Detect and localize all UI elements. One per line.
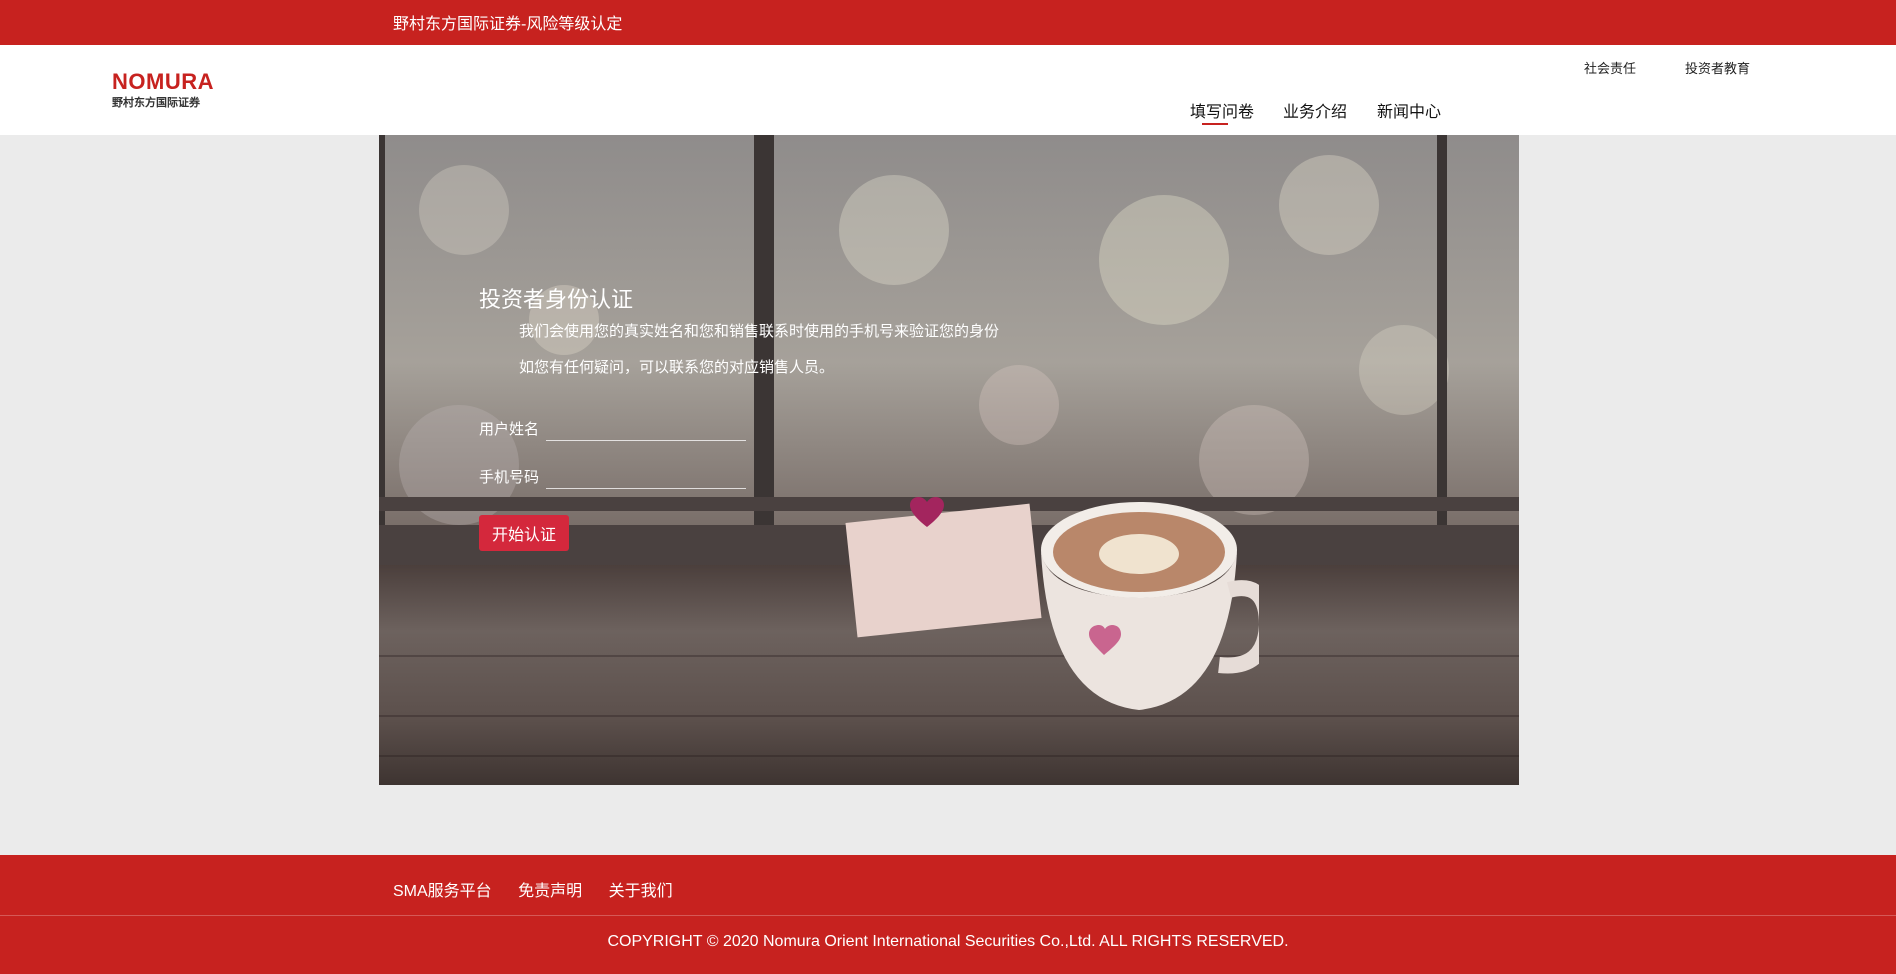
bokeh-light xyxy=(979,365,1059,445)
logo-brand: NOMURA xyxy=(112,69,214,94)
investor-education-link[interactable]: 投资者教育 xyxy=(1685,58,1750,77)
bokeh-light xyxy=(839,175,949,285)
nomura-logo[interactable]: NOMURA 野村东方国际证券 xyxy=(112,71,222,110)
wood-plank-line xyxy=(379,715,1519,717)
logo-subtitle: 野村东方国际证券 xyxy=(112,97,200,109)
coffee-cup-icon xyxy=(1041,502,1259,710)
nav-business[interactable]: 业务介绍 xyxy=(1283,98,1347,122)
nav-news[interactable]: 新闻中心 xyxy=(1377,98,1441,122)
auth-description-2: 如您有任何疑问，可以联系您的对应销售人员。 xyxy=(519,359,835,376)
wood-plank-line xyxy=(379,655,1519,657)
copyright: COPYRIGHT © 2020 Nomura Orient Internati… xyxy=(607,933,1289,950)
phone-input[interactable] xyxy=(546,466,746,489)
auth-title: 投资者身份认证 xyxy=(479,288,634,313)
auth-description-1: 我们会使用您的真实姓名和您和销售联系时使用的手机号来验证您的身份 xyxy=(519,323,1000,340)
footer-links: SMA服务平台 免责声明 关于我们 xyxy=(393,877,695,901)
footer-link-about[interactable]: 关于我们 xyxy=(609,883,673,900)
social-responsibility-link[interactable]: 社会责任 xyxy=(1584,58,1636,77)
wood-plank-line xyxy=(379,755,1519,757)
phone-label: 手机号码 xyxy=(479,469,540,486)
hero-banner: 投资者身份认证 我们会使用您的真实姓名和您和销售联系时使用的手机号来验证您的身份… xyxy=(379,135,1519,785)
window-frame xyxy=(379,497,1519,511)
bokeh-light xyxy=(1279,155,1379,255)
name-input[interactable] xyxy=(546,418,746,441)
name-label: 用户姓名 xyxy=(479,421,540,438)
footer-link-disclaimer[interactable]: 免责声明 xyxy=(518,883,582,900)
header: NOMURA 野村东方国际证券 社会责任 投资者教育 填写问卷 业务介绍 新闻中… xyxy=(0,45,1896,135)
bokeh-light xyxy=(1099,195,1229,325)
footer: SMA服务平台 免责声明 关于我们 COPYRIGHT © 2020 Nomur… xyxy=(0,855,1896,974)
footer-divider xyxy=(0,915,1896,916)
nav-questionnaire[interactable]: 填写问卷 xyxy=(1190,98,1254,125)
bokeh-light xyxy=(419,165,509,255)
site-title: 野村东方国际证券-风险等级认定 xyxy=(393,16,623,33)
bokeh-light xyxy=(1359,325,1449,415)
start-auth-button[interactable]: 开始认证 xyxy=(479,515,569,551)
footer-link-sma[interactable]: SMA服务平台 xyxy=(393,883,492,900)
top-bar: 野村东方国际证券-风险等级认定 xyxy=(0,0,1896,45)
heart-icon xyxy=(910,497,944,527)
